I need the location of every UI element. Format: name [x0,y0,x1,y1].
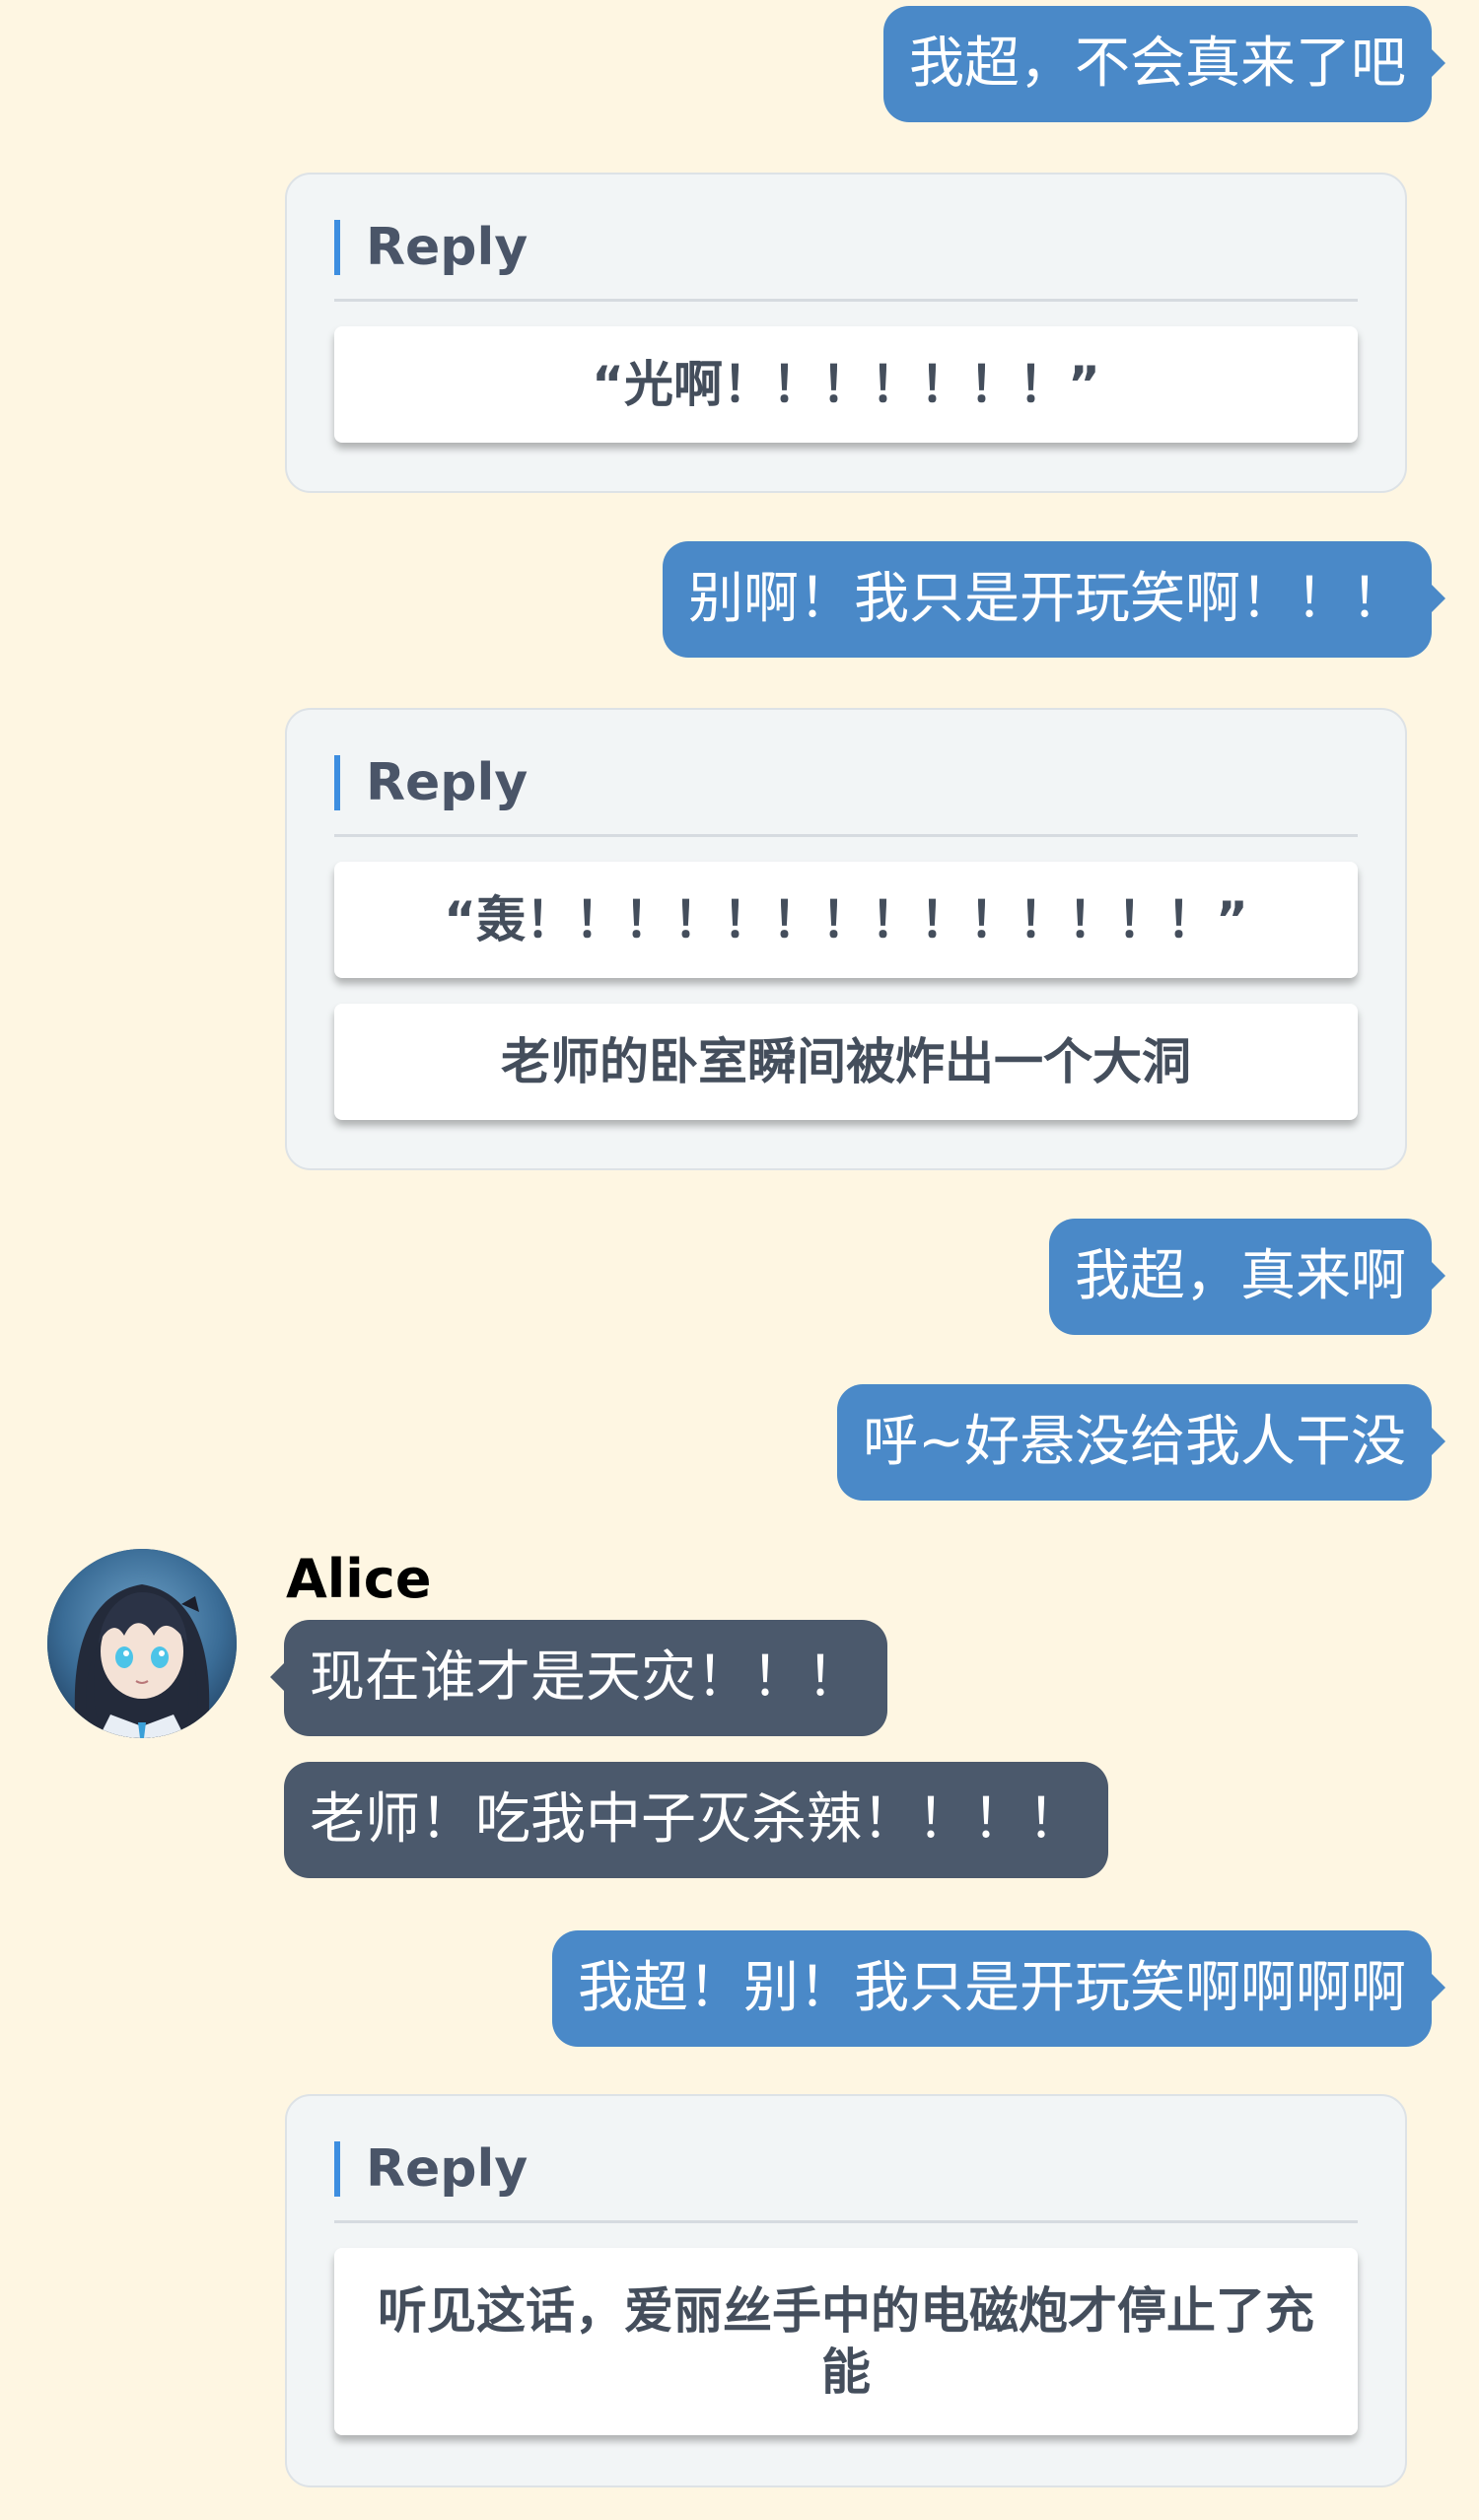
reply-header: Reply [334,220,528,275]
reply-header: Reply [334,2141,528,2197]
npc-message-bubble: 老师！吃我中子灭杀辣！！！！ [284,1762,1108,1878]
message-text: 呼~好悬没给我人干没 [863,1410,1406,1474]
reply-header: Reply [334,755,528,810]
message-text: 我超，真来啊 [1075,1244,1406,1308]
reply-card: Reply 听见这话，爱丽丝手中的电磁炮才停止了充能 [285,2094,1407,2487]
reply-divider [334,834,1358,837]
reply-card: Reply “光啊！！！！！！！” [285,173,1407,493]
reply-option-button[interactable]: “光啊！！！！！！！” [334,326,1358,443]
player-message-bubble: 呼~好悬没给我人干没 [837,1384,1445,1501]
npc-message-bubble: 现在谁才是天灾！！！ [270,1620,887,1736]
message-text: 老师！吃我中子灭杀辣！！！！ [310,1787,1083,1852]
reply-option-text: “光啊！！！！！！！” [592,355,1100,413]
reply-option-text: “轰！！！！！！！！！！！！！！” [444,890,1248,948]
reply-option-text: 老师的卧室瞬间被炸出一个大洞 [501,1032,1191,1090]
reply-divider [334,299,1358,302]
reply-option-button[interactable]: 听见这话，爱丽丝手中的电磁炮才停止了充能 [334,2248,1358,2435]
avatar[interactable] [47,1549,237,1738]
message-text: 我超，不会真来了吧 [909,32,1406,96]
player-message-bubble: 我超，不会真来了吧 [883,6,1445,122]
reply-option-text: 听见这话，爱丽丝手中的电磁炮才停止了充能 [378,2281,1314,2402]
message-text: 现在谁才是天灾！！！ [310,1645,862,1710]
avatar-image [47,1549,237,1738]
message-text: 我超！别！我只是开玩笑啊啊啊啊 [578,1956,1406,2020]
player-message-bubble: 我超！别！我只是开玩笑啊啊啊啊 [552,1930,1445,2047]
reply-option-button[interactable]: 老师的卧室瞬间被炸出一个大洞 [334,1004,1358,1120]
reply-divider [334,2220,1358,2223]
reply-card: Reply “轰！！！！！！！！！！！！！！” 老师的卧室瞬间被炸出一个大洞 [285,708,1407,1170]
message-text: 别啊！我只是开玩笑啊！！！ [688,567,1406,631]
player-message-bubble: 别啊！我只是开玩笑啊！！！ [663,541,1445,658]
player-message-bubble: 我超，真来啊 [1049,1219,1445,1335]
reply-option-button[interactable]: “轰！！！！！！！！！！！！！！” [334,862,1358,978]
sender-name: Alice [286,1548,432,1610]
